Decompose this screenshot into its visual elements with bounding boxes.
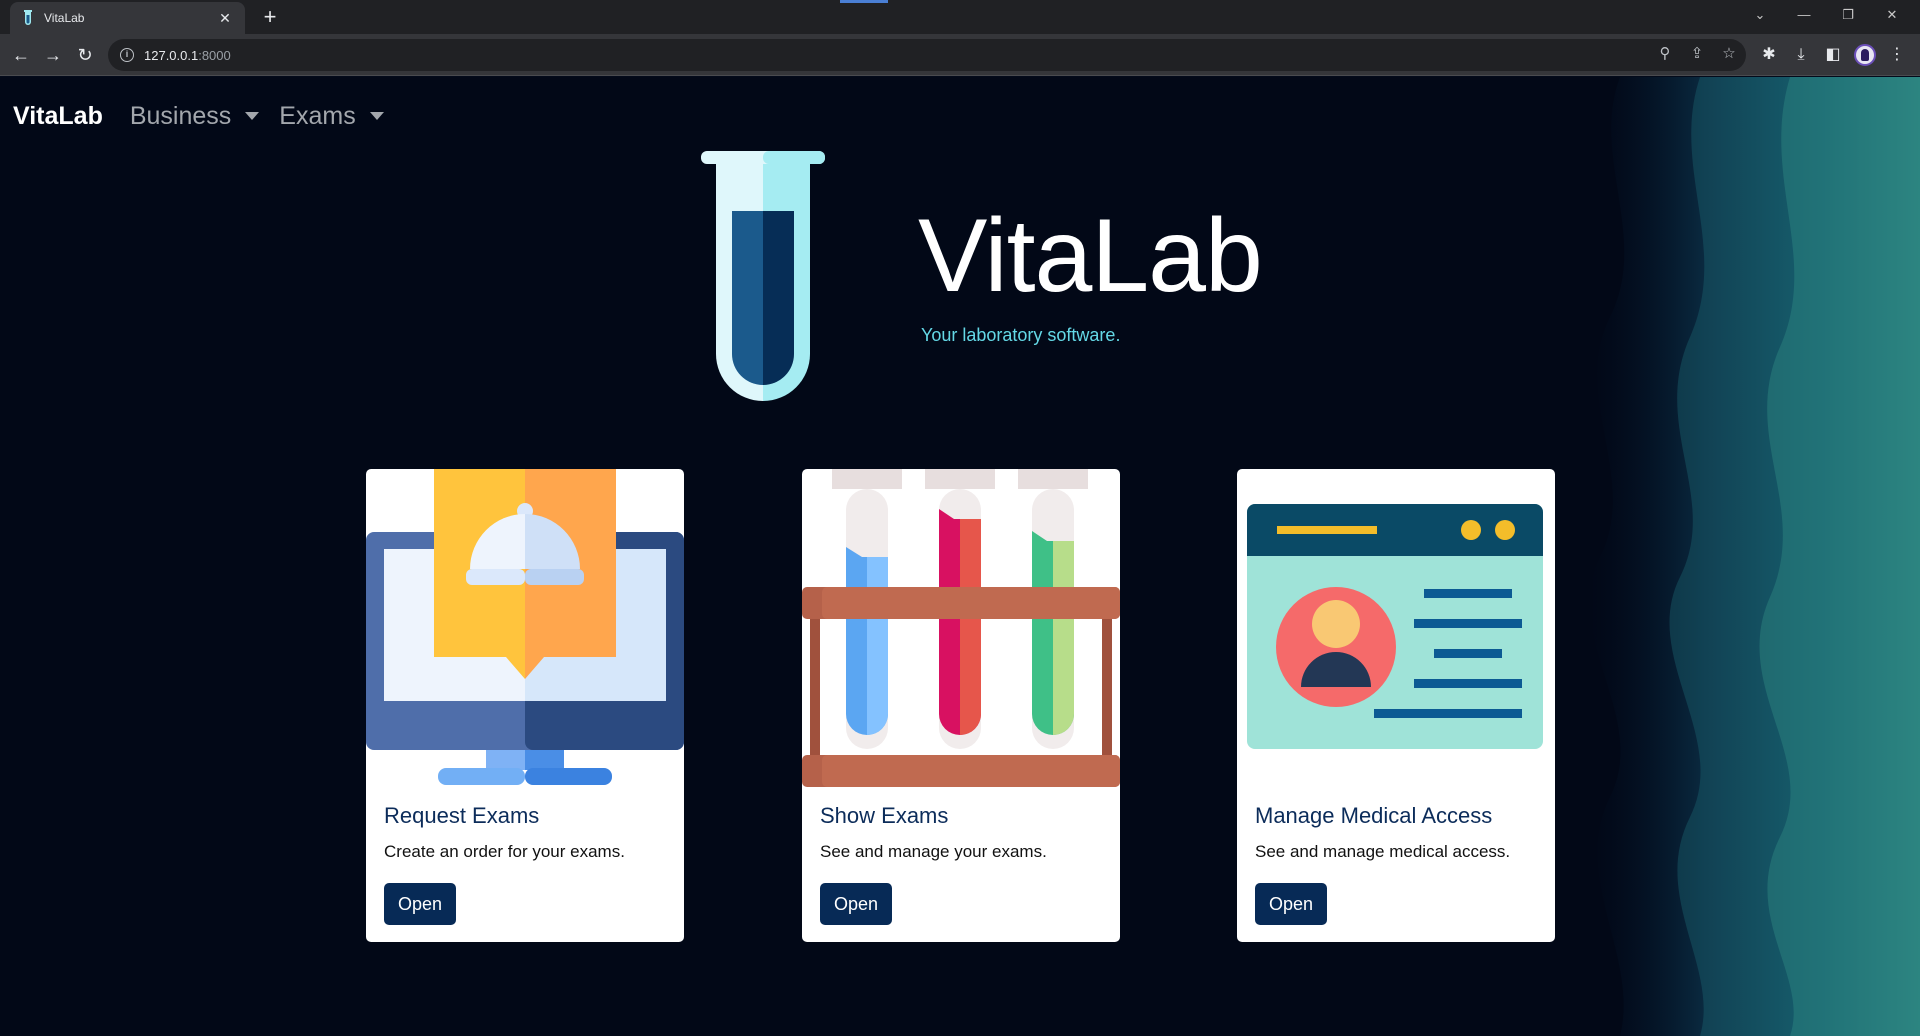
side-panel-icon[interactable]: ◧ <box>1820 42 1846 68</box>
nav-item-label: Business <box>129 101 232 130</box>
reload-icon[interactable]: ↻ <box>72 42 98 68</box>
browser-toolbar: ← → ↻ i 127.0.0.1:8000 ⚲ ⇪ ☆ ✱ ⤓ ◧ ⋮ <box>0 34 1920 76</box>
address-bar[interactable]: i 127.0.0.1:8000 <box>108 39 1746 71</box>
monitor-bell-icon <box>366 469 684 785</box>
wave-background-decoration <box>1589 77 1920 1036</box>
open-button[interactable]: Open <box>820 883 892 925</box>
restore-icon[interactable]: ❐ <box>1826 0 1870 30</box>
test-tube-favicon-icon <box>22 10 34 26</box>
open-button[interactable]: Open <box>1255 883 1327 925</box>
test-tubes-rack-icon <box>802 469 1120 787</box>
navbar-brand[interactable]: VitaLab <box>13 102 103 131</box>
extensions-icon[interactable]: ✱ <box>1756 42 1782 68</box>
card-description: See and manage medical access. <box>1255 842 1511 861</box>
browser-tab[interactable]: VitaLab ✕ <box>10 2 245 34</box>
site-info-icon[interactable]: i <box>120 48 134 62</box>
close-tab-icon[interactable]: ✕ <box>217 10 233 26</box>
tab-title: VitaLab <box>44 11 85 25</box>
card-show-exams: Show Exams See and manage your exams. Op… <box>802 469 1120 942</box>
open-button[interactable]: Open <box>384 883 456 925</box>
new-tab-icon[interactable]: + <box>258 6 282 30</box>
back-icon[interactable]: ← <box>8 42 34 68</box>
share-icon[interactable]: ⇪ <box>1686 43 1708 65</box>
url-port: :8000 <box>198 47 231 63</box>
caret-down-icon <box>245 112 260 120</box>
hero-title: VitaLab <box>918 198 1263 314</box>
url-host: 127.0.0.1 <box>144 47 199 63</box>
card-title: Manage Medical Access <box>1255 803 1493 828</box>
caret-down-icon <box>369 112 384 120</box>
menu-kebab-icon[interactable]: ⋮ <box>1884 42 1910 68</box>
tab-search-icon[interactable]: ⌄ <box>1738 0 1782 30</box>
bookmark-star-icon[interactable]: ☆ <box>1718 43 1740 65</box>
profile-avatar[interactable] <box>1854 44 1876 66</box>
top-navbar: VitaLab Business Exams <box>0 77 1920 155</box>
hero-subtitle: Your laboratory software. <box>921 325 1121 345</box>
forward-icon[interactable]: → <box>40 42 66 68</box>
minimize-icon[interactable]: — <box>1782 0 1826 30</box>
card-title: Request Exams <box>384 803 540 828</box>
card-description: Create an order for your exams. <box>384 842 625 861</box>
card-manage-medical-access: Manage Medical Access See and manage med… <box>1237 469 1555 942</box>
close-window-icon[interactable]: ✕ <box>1870 0 1914 30</box>
card-title: Show Exams <box>820 803 949 828</box>
zoom-icon[interactable]: ⚲ <box>1654 43 1676 65</box>
nav-dropdown-business[interactable]: Business <box>129 101 260 131</box>
browser-tab-strip: VitaLab ✕ + ⌄ — ❐ ✕ <box>0 0 1920 34</box>
tab-strip-indicator <box>840 0 888 3</box>
download-icon[interactable]: ⤓ <box>1788 42 1814 68</box>
card-request-exams: Request Exams Create an order for your e… <box>366 469 684 942</box>
page-viewport: VitaLab Business Exams VitaLab Your labo… <box>0 77 1920 1036</box>
test-tube-logo-icon <box>701 151 825 401</box>
nav-dropdown-exams[interactable]: Exams <box>279 101 384 131</box>
profile-window-icon <box>1247 504 1543 749</box>
nav-item-label: Exams <box>279 101 356 130</box>
card-description: See and manage your exams. <box>820 842 1047 861</box>
